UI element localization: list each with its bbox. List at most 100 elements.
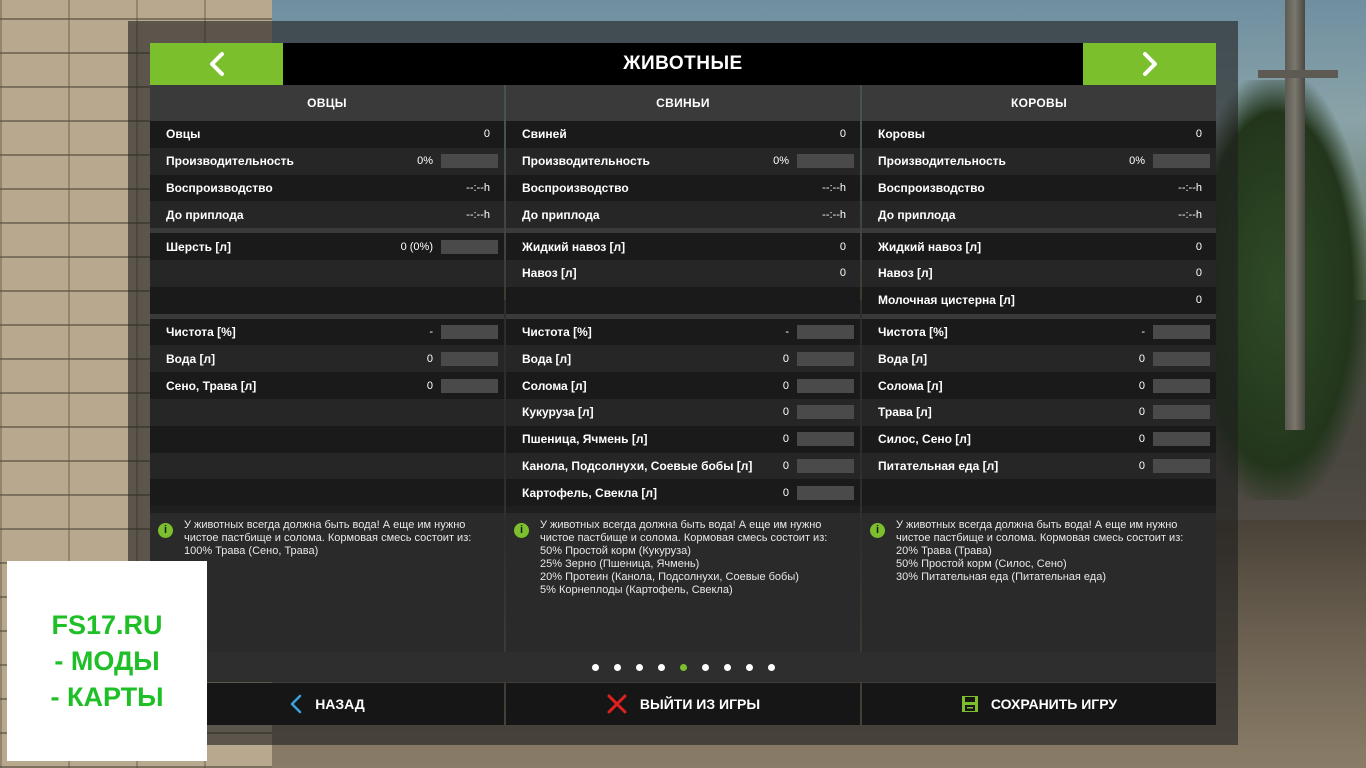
stat-value: 0 — [782, 433, 789, 446]
page-dot[interactable] — [613, 663, 621, 671]
info-line: У животных всегда должна быть вода! А ещ… — [540, 519, 828, 544]
page-dot[interactable] — [679, 663, 687, 671]
page-dot[interactable] — [657, 663, 665, 671]
stat-level-bar — [797, 378, 854, 393]
stat-label: Шерсть [л] — [166, 239, 231, 254]
stat-value: 0 — [782, 486, 789, 499]
stat-row: Вода [л] 0 — [506, 345, 860, 373]
stat-label: Канола, Подсолнухи, Соевые бобы [л] — [522, 458, 753, 473]
stat-label: Воспроизводство — [166, 180, 273, 195]
stat-level-bar — [1153, 351, 1210, 366]
info-line: 30% Питательная еда (Питательная еда) — [896, 571, 1107, 583]
stat-value: --:--h — [1178, 181, 1202, 194]
stat-row: Навоз [л] 0 — [862, 259, 1216, 287]
stat-label: До приплода — [166, 207, 244, 222]
stat-value: 0 — [483, 128, 490, 141]
page-dot[interactable] — [591, 663, 599, 671]
stat-label: Жидкий навоз [л] — [878, 239, 982, 254]
stat-label: Вода [л] — [522, 351, 572, 366]
stat-level-bar — [797, 485, 854, 500]
stat-row: Производительность 0% — [506, 147, 860, 175]
animals-panel: ЖИВОТНЫЕ ОВЦЫ Овцы 0 Производительность 0% Во… — [150, 43, 1216, 725]
stat-level-bar — [441, 239, 498, 254]
stat-label: Коровы — [878, 127, 925, 142]
save-game-button-label: СОХРАНИТЬ ИГРУ — [990, 696, 1118, 712]
bottom-action-bar: НАЗАД ВЫЙТИ ИЗ ИГРЫ СОХРАНИТЬ ИГРУ — [150, 683, 1216, 725]
stat-label: Кукуруза [л] — [522, 405, 594, 420]
stat-label: Чистота [%] — [522, 324, 592, 339]
stat-label: Солома [л] — [878, 378, 943, 393]
stat-row: Шерсть [л] 0 (0%) — [150, 233, 504, 260]
stat-row: Воспроизводство --:--h — [150, 174, 504, 202]
stat-row — [150, 259, 504, 287]
stat-row: Воспроизводство --:--h — [862, 174, 1216, 202]
stat-label: Питательная еда [л] — [878, 458, 999, 473]
stat-value: 0 — [782, 379, 789, 392]
stat-row: До приплода --:--h — [506, 201, 860, 229]
stat-row: Солома [л] 0 — [862, 372, 1216, 399]
stat-level-bar — [1153, 432, 1210, 447]
page-dot[interactable] — [767, 663, 775, 671]
info-line: У животных всегда должна быть вода! А ещ… — [896, 519, 1184, 544]
stat-label: До приплода — [878, 207, 956, 222]
info-line: 100% Трава (Сено, Трава) — [184, 545, 319, 557]
stat-label: Пшеница, Ячмень [л] — [522, 432, 648, 447]
stat-row — [150, 452, 504, 480]
info-line: 20% Протеин (Канола, Подсолнухи, Соевые … — [540, 571, 799, 583]
chevron-left-icon — [290, 694, 302, 714]
stat-label: Овцы — [166, 127, 201, 142]
stat-row: Питательная еда [л] 0 — [862, 452, 1216, 480]
chevron-right-icon — [1142, 52, 1157, 76]
stat-level-bar — [1153, 458, 1210, 473]
title-bar: ЖИВОТНЫЕ — [150, 43, 1216, 85]
stat-level-bar — [441, 154, 498, 169]
info-line: 50% Простой корм (Кукуруза) — [540, 545, 691, 557]
info-line: У животных всегда должна быть вода! А ещ… — [184, 519, 472, 544]
back-button-label: НАЗАД — [315, 696, 365, 712]
stat-value: 0 — [426, 352, 433, 365]
stat-level-bar — [441, 378, 498, 393]
stat-value: 0 — [1138, 379, 1145, 392]
stat-value: 0 — [782, 406, 789, 419]
feed-info-box: i У животных всегда должна быть вода! А е… — [862, 513, 1216, 659]
stat-value: 0 — [1195, 267, 1202, 280]
stat-value: 0 — [1138, 459, 1145, 472]
stat-value: 0% — [773, 155, 789, 168]
info-line: 5% Корнеплоды (Картофель, Свекла) — [540, 584, 733, 596]
stat-label: Солома [л] — [522, 378, 587, 393]
watermark-line: FS17.RU — [51, 610, 163, 640]
watermark-line: - КАРТЫ — [50, 682, 164, 712]
stat-row: Пшеница, Ячмень [л] 0 — [506, 425, 860, 453]
stat-row — [150, 479, 504, 507]
exit-game-button[interactable]: ВЫЙТИ ИЗ ИГРЫ — [506, 683, 860, 725]
next-page-button[interactable] — [1083, 43, 1216, 85]
stat-value: 0 (0%) — [400, 240, 433, 253]
animal-column: КОРОВЫ Коровы 0 Производительность 0% Воспрои… — [862, 85, 1216, 659]
stat-row: Чистота [%] - — [506, 318, 860, 346]
stat-row: Воспроизводство --:--h — [506, 174, 860, 202]
page-dot[interactable] — [701, 663, 709, 671]
page-dot[interactable] — [745, 663, 753, 671]
stat-level-bar — [441, 351, 498, 366]
animal-column: СВИНЬИ Свиней 0 Производительность 0% Воспрои… — [506, 85, 860, 659]
stat-value: 0 — [1138, 352, 1145, 365]
save-game-button[interactable]: СОХРАНИТЬ ИГРУ — [862, 683, 1216, 725]
page-dot[interactable] — [723, 663, 731, 671]
stat-row: Молочная цистерна [л] 0 — [862, 286, 1216, 314]
info-line: 20% Трава (Трава) — [896, 545, 992, 557]
stat-value: --:--h — [1178, 208, 1202, 221]
prev-page-button[interactable] — [150, 43, 283, 85]
page-dot[interactable] — [635, 663, 643, 671]
stat-label: Вода [л] — [878, 351, 928, 366]
stat-value: 0% — [417, 155, 433, 168]
info-line: 50% Простой корм (Силос, Сено) — [896, 558, 1067, 570]
stat-row: Кукуруза [л] 0 — [506, 398, 860, 426]
stat-value: 0% — [1129, 155, 1145, 168]
stat-row: Жидкий навоз [л] 0 — [862, 233, 1216, 260]
stat-value: - — [429, 325, 433, 338]
stat-value: 0 — [839, 240, 846, 253]
stat-value: --:--h — [822, 181, 846, 194]
stat-value: - — [1141, 325, 1145, 338]
chevron-left-icon — [209, 52, 224, 76]
column-header: ОВЦЫ — [150, 85, 504, 121]
